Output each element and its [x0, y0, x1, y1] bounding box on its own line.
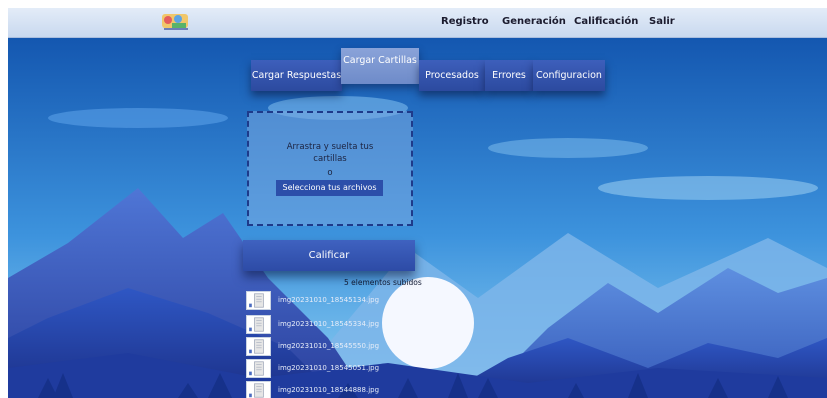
tab-errores[interactable]: Errores — [485, 60, 533, 91]
tab-procesados[interactable]: Procesados — [419, 60, 485, 91]
tab-configuracion[interactable]: Configuracion — [533, 60, 605, 91]
image-thumbnail-icon — [246, 315, 271, 334]
nav-calificacion[interactable]: Calificación — [574, 16, 638, 27]
file-name: img20231010_18545051.jpg — [278, 364, 380, 372]
drop-instruction-line1: Arrastra y suelta tus — [286, 142, 374, 152]
drop-instruction-line2: cartillas — [313, 154, 347, 164]
file-drop-zone[interactable]: Arrastra y suelta tus cartillas o Selecc… — [247, 111, 413, 226]
calificar-button[interactable]: Calificar — [243, 240, 415, 271]
file-name: img20231010_18545134.jpg — [278, 296, 380, 304]
image-thumbnail-icon — [246, 337, 271, 356]
file-name: img20231010_18545550.jpg — [278, 342, 380, 350]
tab-cargar-respuestas[interactable]: Cargar Respuestas — [251, 60, 342, 91]
tab-cargar-cartillas[interactable]: Cargar Cartillas — [341, 48, 419, 84]
top-navigation-bar: Registro Generación Calificación Salir — [8, 8, 827, 38]
image-thumbnail-icon — [246, 381, 271, 398]
drop-or-text: o — [327, 168, 333, 178]
image-thumbnail-icon — [246, 291, 271, 310]
file-name: img20231010_18544888.jpg — [278, 386, 380, 394]
app-logo[interactable] — [158, 11, 194, 33]
file-name: img20231010_18545334.jpg — [278, 320, 380, 328]
uploaded-count: 5 elementos subidos — [344, 278, 422, 287]
nav-generacion[interactable]: Generación — [502, 16, 566, 27]
mountain-background — [8, 38, 827, 398]
select-files-button[interactable]: Selecciona tus archivos — [276, 180, 383, 196]
image-thumbnail-icon — [246, 359, 271, 378]
browser-viewport: Registro Generación Calificación Salir C… — [8, 8, 827, 398]
nav-registro[interactable]: Registro — [441, 16, 489, 27]
nav-salir[interactable]: Salir — [649, 16, 675, 27]
